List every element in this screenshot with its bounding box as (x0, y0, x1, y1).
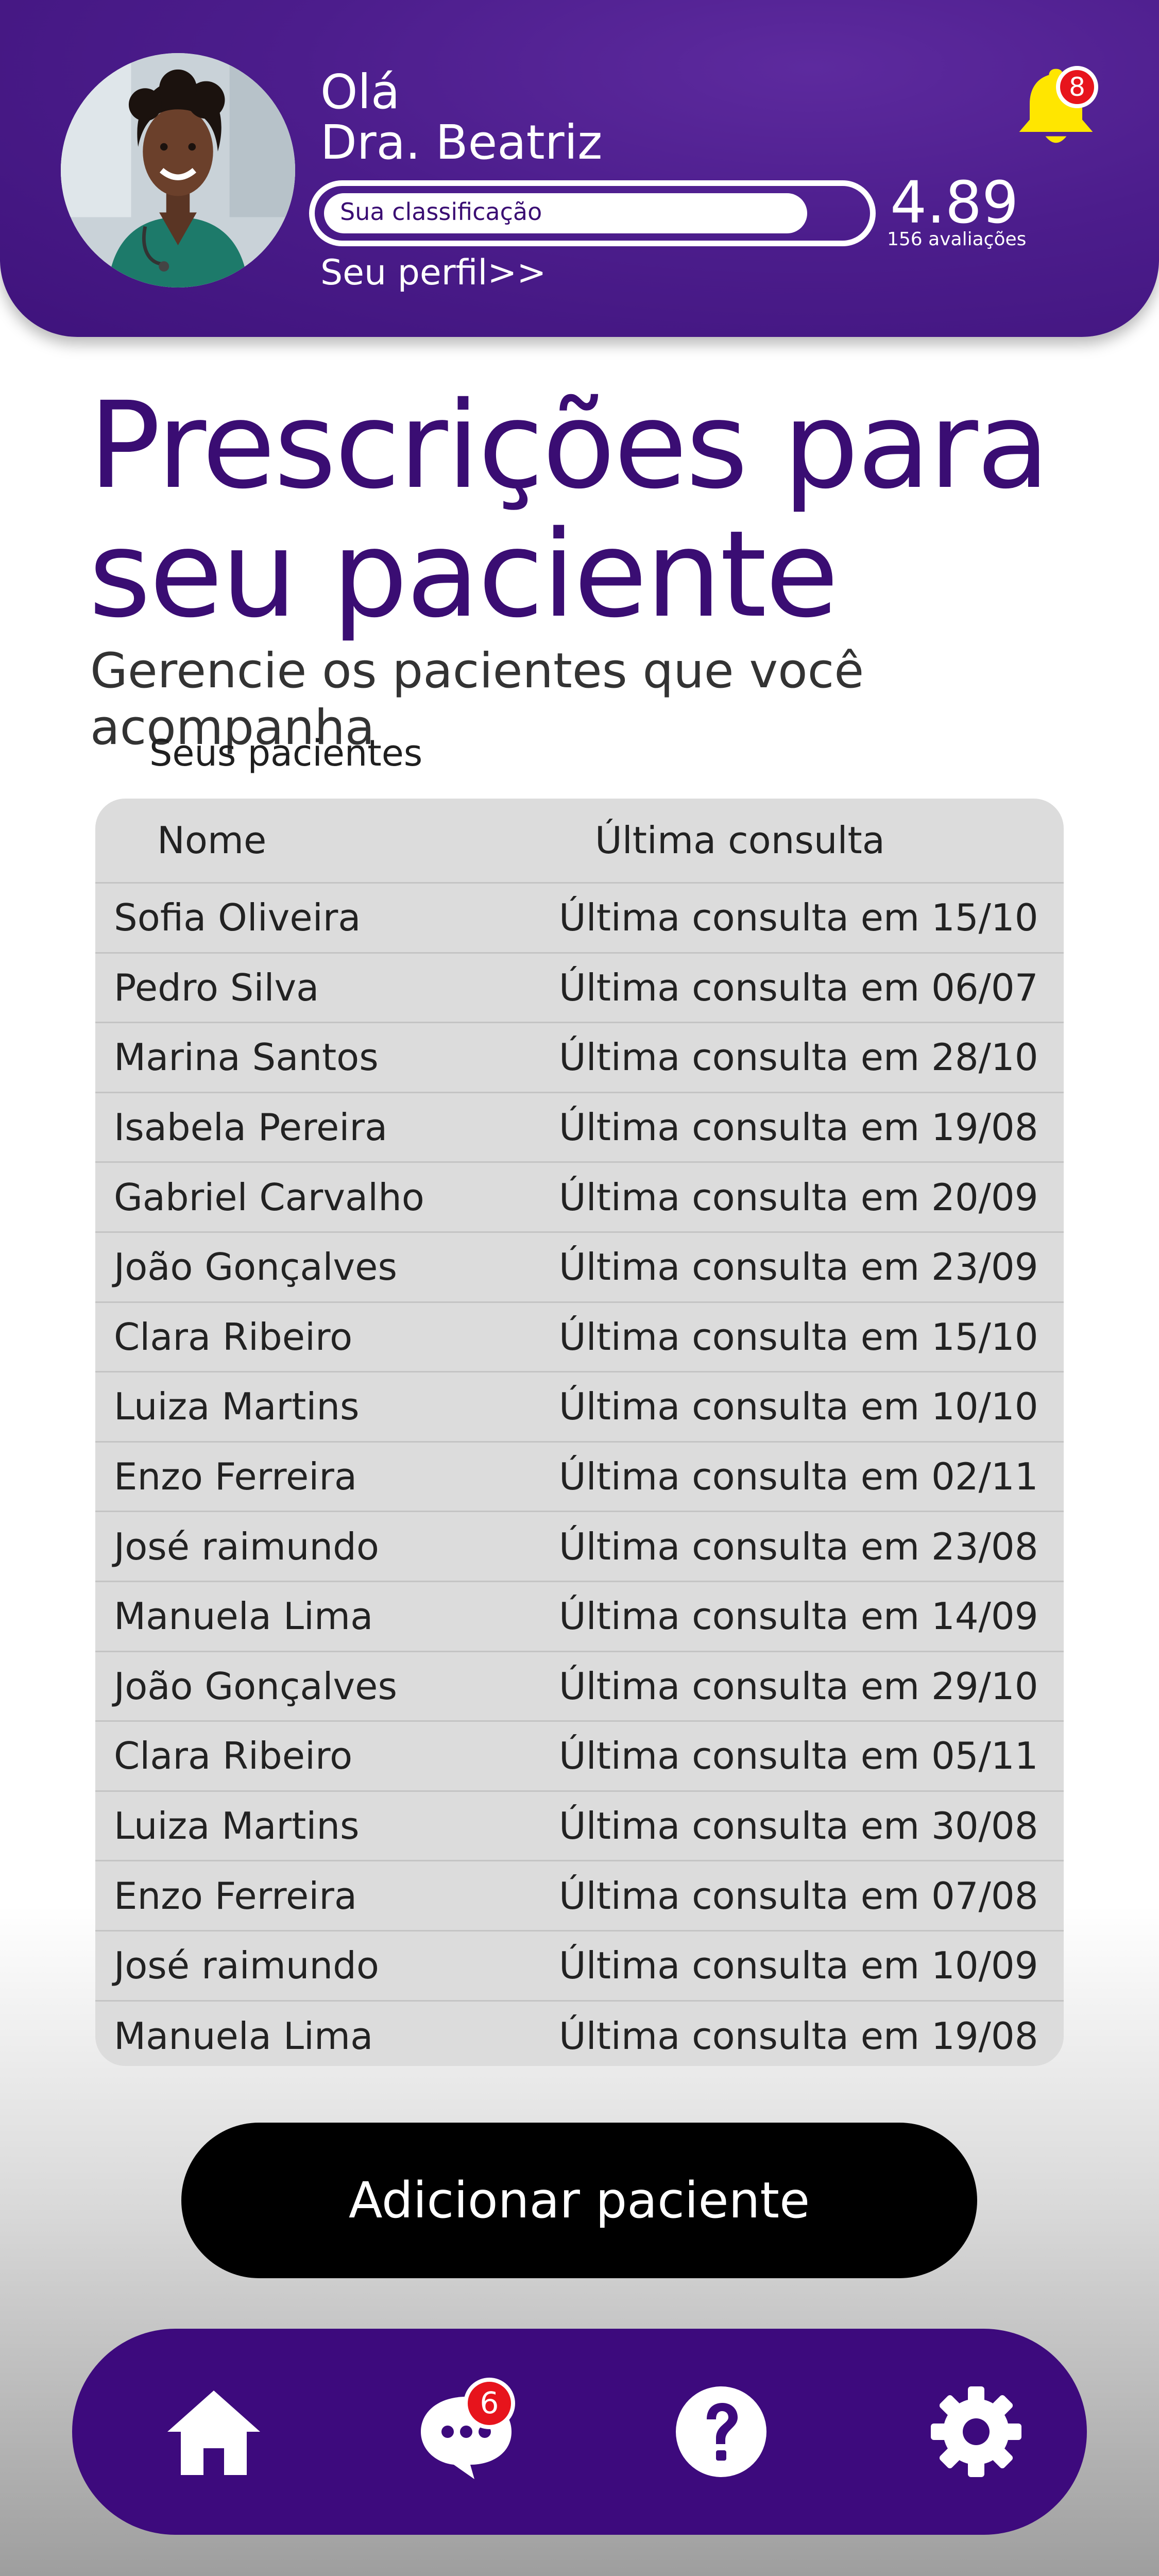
patient-name: Sofia Oliveira (114, 896, 361, 940)
patient-name: João Gonçalves (114, 1245, 397, 1289)
patient-name: Luiza Martins (114, 1804, 360, 1848)
patient-name: Luiza Martins (114, 1385, 360, 1429)
last-visit: Última consulta em 20/09 (559, 1175, 1038, 1219)
table-row[interactable]: Pedro Silva Última consulta em 06/07 (95, 954, 1064, 1024)
home-icon (167, 2391, 260, 2475)
last-visit: Última consulta em 02/11 (559, 1455, 1038, 1499)
table-row[interactable]: Isabela Pereira Última consulta em 19/08 (95, 1093, 1064, 1163)
table-row[interactable]: Clara Ribeiro Última consulta em 05/11 (95, 1722, 1064, 1792)
nav-home[interactable] (162, 2380, 265, 2483)
patient-name: Clara Ribeiro (114, 1734, 353, 1778)
patient-name: Clara Ribeiro (114, 1315, 353, 1359)
page-title: Prescrições para seu paciente (89, 376, 1050, 644)
last-visit: Última consulta em 15/10 (559, 896, 1038, 940)
patient-name: Enzo Ferreira (114, 1455, 357, 1499)
table-row[interactable]: Luiza Martins Última consulta em 30/08 (95, 1792, 1064, 1862)
patient-name: João Gonçalves (114, 1664, 397, 1708)
greeting-block: Olá Dra. Beatriz (320, 67, 602, 168)
last-visit: Última consulta em 29/10 (559, 1664, 1038, 1708)
patient-name: José raimundo (114, 1944, 379, 1988)
doctor-name: Dra. Beatriz (320, 115, 603, 170)
patient-name: Pedro Silva (114, 965, 319, 1009)
table-row[interactable]: Manuela Lima Última consulta em 14/09 (95, 1582, 1064, 1652)
notification-badge: 8 (1056, 66, 1098, 108)
table-header: Nome Última consulta (95, 799, 1064, 884)
last-visit: Última consulta em 19/08 (559, 1106, 1038, 1149)
last-visit: Última consulta em 06/07 (559, 965, 1038, 1009)
patient-name: Gabriel Carvalho (114, 1175, 424, 1219)
table-row[interactable]: João Gonçalves Última consulta em 23/09 (95, 1233, 1064, 1303)
table-row[interactable]: José raimundo Última consulta em 10/09 (95, 1931, 1064, 2002)
profile-link[interactable]: Seu perfil>> (320, 252, 546, 294)
table-row[interactable]: Luiza Martins Última consulta em 10/10 (95, 1372, 1064, 1443)
table-row[interactable]: Clara Ribeiro Última consulta em 15/10 (95, 1303, 1064, 1373)
nav-settings[interactable] (925, 2380, 1028, 2483)
last-visit: Última consulta em 07/08 (559, 1874, 1038, 1918)
table-row[interactable]: José raimundo Última consulta em 23/08 (95, 1512, 1064, 1582)
last-visit: Última consulta em 23/08 (559, 1524, 1038, 1568)
patient-name: Marina Santos (114, 1036, 379, 1079)
patients-table: Nome Última consulta Sofia Oliveira Últim… (95, 799, 1064, 2066)
table-row[interactable]: Gabriel Carvalho Última consulta em 20/09 (95, 1163, 1064, 1233)
settings-icon (931, 2386, 1021, 2477)
patient-name: Manuela Lima (114, 1595, 373, 1638)
avatar-image (61, 53, 295, 287)
greeting-text: Olá (320, 64, 400, 120)
add-patient-button[interactable]: Adicionar paciente (181, 2123, 977, 2278)
bottom-nav: 6 (72, 2329, 1087, 2535)
help-icon (676, 2386, 766, 2477)
table-row[interactable]: Sofia Oliveira Última consulta em 15/10 (95, 884, 1064, 954)
table-row[interactable]: Marina Santos Última consulta em 28/10 (95, 1023, 1064, 1093)
table-row[interactable]: Enzo Ferreira Última consulta em 07/08 (95, 1861, 1064, 1931)
last-visit: Última consulta em 10/10 (559, 1385, 1038, 1429)
nav-help[interactable] (670, 2380, 773, 2483)
patient-name: José raimundo (114, 1524, 379, 1568)
column-header-name: Nome (157, 819, 267, 862)
last-visit: Última consulta em 19/08 (559, 2014, 1038, 2058)
doctor-avatar[interactable] (61, 53, 295, 287)
table-row[interactable]: João Gonçalves Última consulta em 29/10 (95, 1652, 1064, 1722)
rating-label: Sua classificação (340, 198, 542, 226)
last-visit: Última consulta em 28/10 (559, 1036, 1038, 1079)
last-visit: Última consulta em 23/09 (559, 1245, 1038, 1289)
table-row[interactable]: Manuela Lima Última consulta em 19/08 (95, 2002, 1064, 2066)
column-header-last-visit: Última consulta (595, 819, 885, 862)
rating-count: 156 avaliações (887, 229, 1027, 250)
last-visit: Última consulta em 14/09 (559, 1595, 1038, 1638)
table-row[interactable]: Enzo Ferreira Última consulta em 02/11 (95, 1443, 1064, 1513)
last-visit: Última consulta em 15/10 (559, 1315, 1038, 1359)
section-label: Seus pacientes (149, 732, 423, 774)
last-visit: Última consulta em 05/11 (559, 1734, 1038, 1778)
last-visit: Última consulta em 30/08 (559, 1804, 1038, 1848)
chat-badge: 6 (464, 2378, 515, 2429)
patient-name: Enzo Ferreira (114, 1874, 357, 1918)
patient-name: Manuela Lima (114, 2014, 373, 2058)
header: Olá Dra. Beatriz Sua classificação 4.89 … (0, 0, 1159, 337)
last-visit: Última consulta em 10/09 (559, 1944, 1038, 1988)
rating-value: 4.89 (890, 170, 1019, 236)
patient-name: Isabela Pereira (114, 1106, 388, 1149)
